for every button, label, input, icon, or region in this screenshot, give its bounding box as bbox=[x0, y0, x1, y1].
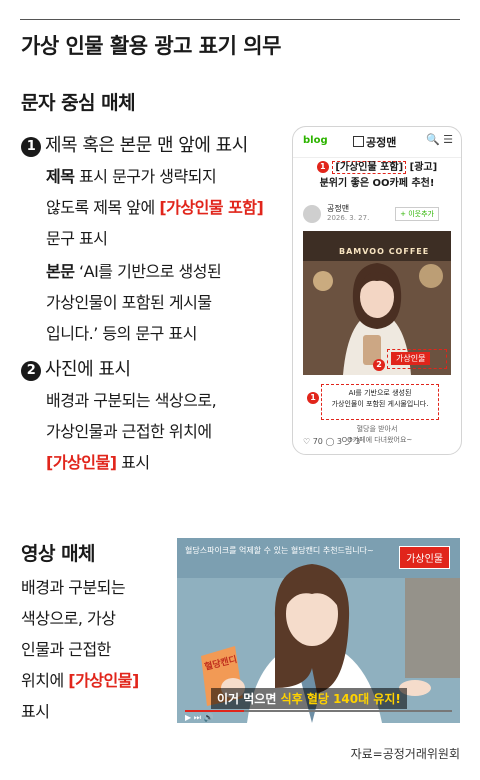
phone-mockup: blog 공정맨 🔍 ☰ 1 [가상인물 포함] [광고] 분위기 좋은 OO카… bbox=[292, 126, 462, 455]
item-2-desc-line1: 배경과 구분되는 색상으로, bbox=[46, 391, 217, 410]
notice-line1: AI를 기반으로 생성된 bbox=[348, 389, 412, 397]
headline-virtual-tag: [가상인물 포함] bbox=[332, 161, 407, 174]
video-virtual-label: 가상인물 bbox=[399, 546, 450, 569]
top-rule bbox=[20, 19, 460, 20]
blog-name-text: 공정맨 bbox=[366, 136, 397, 149]
headline-line2: 분위기 좋은 OO카페 추천! bbox=[319, 178, 435, 189]
post-actions[interactable]: ♡ 70 ◯ 3 ⤴ 3 bbox=[303, 436, 360, 447]
body-desc-line1: ‘AI를 기반으로 생성된 bbox=[74, 262, 222, 281]
photo-badge: 2 bbox=[373, 353, 385, 372]
item-1-number: 1 bbox=[21, 137, 41, 157]
ai-notice-box: AI를 기반으로 생성된 가상인물이 포함된 게시물입니다. bbox=[321, 384, 439, 420]
search-menu-icons[interactable]: 🔍 ☰ bbox=[426, 133, 453, 146]
section-heading-video-media: 영상 매체 bbox=[21, 543, 96, 565]
video-thumbnail[interactable]: 혈당스파이크를 억제할 수 있는 혈당캔디 추천드립니다~ 가상인물 혈당캔디 … bbox=[177, 538, 460, 723]
video-desc-line2: 색상으로, 가상 bbox=[21, 609, 116, 628]
item-1-label: 제목 혹은 본문 맨 앞에 표시 bbox=[45, 135, 248, 156]
cafe-sign: BAMVOO COFFEE bbox=[339, 247, 430, 256]
page-title: 가상 인물 활용 광고 표기 의무 bbox=[21, 34, 281, 58]
item-2: 2 사진에 표시 bbox=[21, 355, 131, 381]
body-desc-line3: 입니다.’ 등의 문구 표시 bbox=[46, 324, 197, 343]
source-credit: 자료=공정거래위원회 bbox=[350, 747, 460, 761]
video-media-desc: 배경과 구분되는 색상으로, 가상 인물과 근접한 위치에 [가상인물] 표시 bbox=[21, 572, 171, 727]
video-desc-line4: 위치에 bbox=[21, 671, 69, 690]
video-progress-fill bbox=[185, 710, 244, 712]
notice-badge: 1 bbox=[307, 386, 319, 405]
preview-line1: 혈당을 받아서 bbox=[356, 425, 398, 433]
subtitle-white: 이거 먹으면 bbox=[217, 692, 281, 706]
video-top-caption: 혈당스파이크를 억제할 수 있는 혈당캔디 추천드립니다~ bbox=[185, 546, 374, 555]
body-bold: 본문 bbox=[46, 262, 75, 281]
item-1-title-desc: 제목 표시 문구가 생략되지 않도록 제목 앞에 [가상인물 포함] 문구 표시 bbox=[46, 161, 286, 254]
title-desc-line3: 문구 표시 bbox=[46, 229, 108, 248]
title-bold: 제목 bbox=[46, 167, 75, 186]
post-headline: 1 [가상인물 포함] [광고] 분위기 좋은 OO카페 추천! bbox=[299, 160, 455, 192]
blog-logo: blog bbox=[303, 135, 328, 146]
virtual-person-included-tag: [가상인물 포함] bbox=[159, 198, 264, 217]
post-date: 2026. 3. 27. bbox=[327, 214, 370, 222]
subtitle-yellow: 식후 혈당 140대 유지! bbox=[280, 692, 401, 706]
item-2-desc-line2: 가상인물과 근접한 위치에 bbox=[46, 422, 212, 441]
video-controls[interactable]: ▶ ⏭ 🔊 bbox=[185, 713, 213, 723]
section-heading-text-media: 문자 중심 매체 bbox=[21, 92, 136, 114]
author-name: 공정맨 bbox=[327, 204, 350, 213]
video-desc-line3: 인물과 근접한 bbox=[21, 640, 111, 659]
video-progress-bar[interactable] bbox=[185, 710, 452, 712]
item-2-desc: 배경과 구분되는 색상으로, 가상인물과 근접한 위치에 [가상인물] 표시 bbox=[46, 385, 286, 478]
item-2-number: 2 bbox=[21, 361, 41, 381]
video-subtitle: 이거 먹으면 식후 혈당 140대 유지! bbox=[211, 688, 407, 709]
photo-virtual-label: 가상인물 bbox=[391, 352, 431, 365]
post-photo: BAMVOO COFFEE 2 가상인물 bbox=[303, 231, 451, 375]
post-author: 공정맨 2026. 3. 27. + 이웃추가 bbox=[303, 203, 451, 227]
headline-ad-tag: [광고] bbox=[406, 162, 438, 173]
blog-name: 공정맨 bbox=[353, 134, 396, 150]
video-desc-line1: 배경과 구분되는 bbox=[21, 578, 126, 597]
follow-button[interactable]: + 이웃추가 bbox=[395, 207, 439, 221]
blog-home-icon bbox=[353, 136, 364, 147]
headline-badge: 1 bbox=[316, 161, 329, 173]
blog-header: blog 공정맨 🔍 ☰ bbox=[293, 127, 461, 158]
title-desc-line2: 않도록 제목 앞에 bbox=[46, 198, 160, 217]
notice-badge-number: 1 bbox=[307, 392, 319, 404]
video-desc-line5: 표시 bbox=[21, 702, 50, 721]
body-desc-line2: 가상인물이 포함된 게시물 bbox=[46, 293, 212, 312]
item-1: 1 제목 혹은 본문 맨 앞에 표시 bbox=[21, 131, 248, 157]
title-desc-line1: 표시 문구가 생략되지 bbox=[74, 167, 217, 186]
item-1-body-desc: 본문 ‘AI를 기반으로 생성된 가상인물이 포함된 게시물 입니다.’ 등의 … bbox=[46, 256, 286, 349]
video-virtual-tag: [가상인물] bbox=[68, 671, 139, 690]
item-2-desc-line3: 표시 bbox=[116, 453, 150, 472]
item-2-label: 사진에 표시 bbox=[45, 359, 131, 380]
virtual-person-tag: [가상인물] bbox=[46, 453, 117, 472]
photo-badge-number: 2 bbox=[373, 359, 385, 371]
avatar bbox=[303, 205, 321, 223]
notice-line2: 가상인물이 포함된 게시물입니다. bbox=[331, 400, 429, 408]
